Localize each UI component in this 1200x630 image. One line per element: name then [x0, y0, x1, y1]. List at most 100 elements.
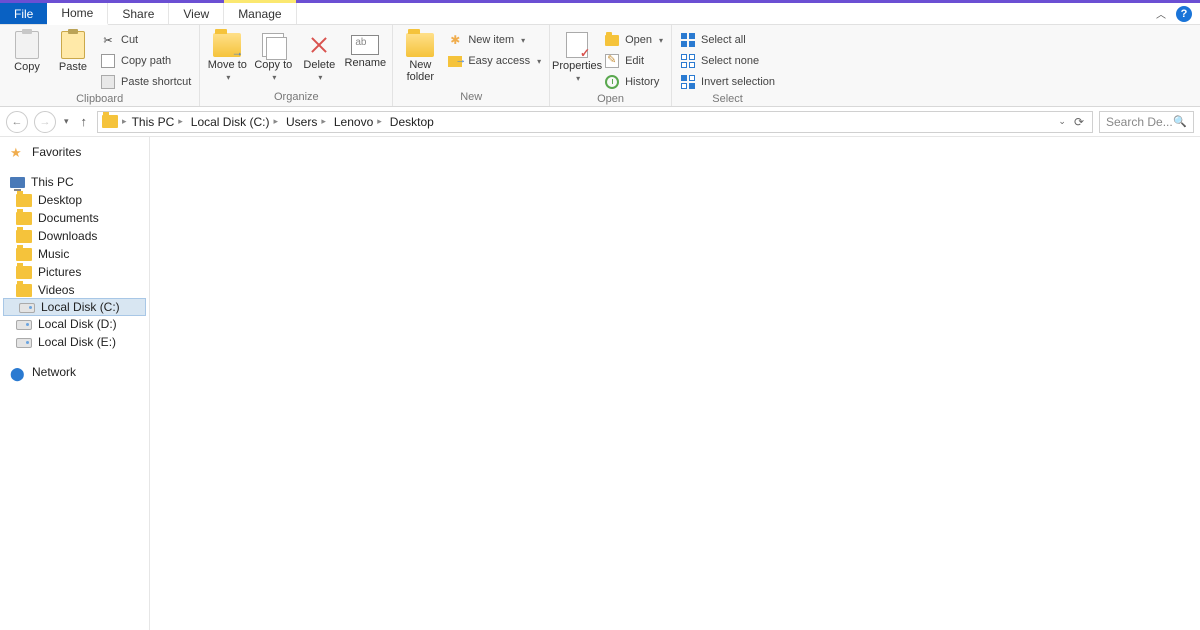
- nav-local-disk-d[interactable]: Local Disk (D:): [0, 315, 149, 333]
- select-none-icon: [680, 53, 696, 69]
- copy-path-label: Copy path: [121, 55, 171, 67]
- rename-label: Rename: [345, 57, 387, 69]
- ribbon-group-organize: Move to Copy to Delete Rename Organize: [200, 25, 393, 106]
- nav-network[interactable]: ⬤Network: [0, 363, 149, 381]
- nav-local-disk-e[interactable]: Local Disk (E:): [0, 333, 149, 351]
- nav-back-button[interactable]: ←: [6, 111, 28, 133]
- copy-to-label: Copy to: [254, 59, 292, 71]
- cut-label: Cut: [121, 34, 138, 46]
- delete-button[interactable]: Delete: [298, 29, 340, 82]
- nav-this-pc[interactable]: This PC: [0, 173, 149, 191]
- breadcrumb-seg[interactable]: Desktop: [387, 115, 437, 129]
- tab-share[interactable]: Share: [108, 3, 169, 24]
- address-bar: ← → ▾ ↑ ▸ This PC▸ Local Disk (C:)▸ User…: [0, 107, 1200, 137]
- delete-label: Delete: [303, 59, 335, 71]
- nav-item-label: Documents: [38, 211, 99, 225]
- folder-icon: [16, 212, 32, 225]
- breadcrumb-seg[interactable]: This PC▸: [129, 115, 186, 129]
- copy-path-icon: [100, 53, 116, 69]
- network-icon: ⬤: [10, 366, 26, 379]
- copy-to-button[interactable]: Copy to: [252, 29, 294, 82]
- nav-pictures[interactable]: Pictures: [0, 263, 149, 281]
- open-icon: [604, 32, 620, 48]
- open-button[interactable]: Open: [602, 31, 665, 49]
- properties-icon: [566, 32, 588, 58]
- history-icon: [604, 74, 620, 90]
- tab-file[interactable]: File: [0, 3, 47, 24]
- tab-view[interactable]: View: [169, 3, 224, 24]
- ribbon: Copy Paste ✂ Cut Copy path Paste shortcut…: [0, 25, 1200, 107]
- search-input[interactable]: Search De... 🔍: [1099, 111, 1194, 133]
- nav-item-label: Pictures: [38, 265, 81, 279]
- help-icon[interactable]: ?: [1176, 6, 1192, 22]
- breadcrumb[interactable]: ▸ This PC▸ Local Disk (C:)▸ Users▸ Lenov…: [97, 111, 1093, 133]
- easy-access-icon: [447, 53, 463, 69]
- star-icon: ★: [10, 146, 26, 159]
- copy-button[interactable]: Copy: [6, 29, 48, 73]
- nav-documents[interactable]: Documents: [0, 209, 149, 227]
- select-all-button[interactable]: Select all: [678, 31, 777, 49]
- nav-up-button[interactable]: ↑: [77, 114, 92, 129]
- history-button[interactable]: History: [602, 73, 665, 91]
- paste-shortcut-button[interactable]: Paste shortcut: [98, 73, 193, 91]
- new-item-icon: [447, 32, 463, 48]
- breadcrumb-seg[interactable]: Lenovo▸: [331, 115, 385, 129]
- drive-icon: [16, 338, 32, 348]
- chevron-right-icon[interactable]: ▸: [122, 116, 127, 127]
- properties-button[interactable]: Properties: [556, 29, 598, 83]
- move-to-icon: [213, 33, 241, 57]
- menu-tabs: File Home Share View Manage ︿ ?: [0, 3, 1200, 25]
- tab-manage[interactable]: Manage: [224, 3, 296, 24]
- open-label: Open: [625, 34, 652, 46]
- nav-videos[interactable]: Videos: [0, 281, 149, 299]
- ribbon-group-select: Select all Select none Invert selection …: [672, 25, 783, 106]
- ribbon-group-open: Properties Open Edit History Open: [550, 25, 672, 106]
- address-dropdown-icon[interactable]: ⌄: [1058, 116, 1066, 127]
- new-folder-button[interactable]: New folder: [399, 29, 441, 83]
- paste-button[interactable]: Paste: [52, 29, 94, 73]
- nav-favorites[interactable]: ★Favorites: [0, 143, 149, 161]
- nav-downloads[interactable]: Downloads: [0, 227, 149, 245]
- clipboard-group-label: Clipboard: [6, 91, 193, 108]
- breadcrumb-seg[interactable]: Local Disk (C:)▸: [188, 115, 281, 129]
- edit-button[interactable]: Edit: [602, 52, 665, 70]
- folder-icon: [16, 230, 32, 243]
- new-group-label: New: [399, 89, 543, 106]
- select-none-button[interactable]: Select none: [678, 52, 777, 70]
- refresh-icon[interactable]: ⟳: [1074, 115, 1084, 129]
- invert-selection-button[interactable]: Invert selection: [678, 73, 777, 91]
- nav-item-label: Local Disk (D:): [38, 317, 117, 331]
- invert-selection-label: Invert selection: [701, 76, 775, 88]
- ribbon-collapse-icon[interactable]: ︿: [1156, 6, 1166, 21]
- nav-this-pc-label: This PC: [31, 175, 74, 189]
- easy-access-label: Easy access: [468, 55, 530, 67]
- nav-forward-button[interactable]: →: [34, 111, 56, 133]
- tab-home[interactable]: Home: [47, 3, 108, 25]
- nav-history-dropdown[interactable]: ▾: [62, 116, 71, 127]
- easy-access-button[interactable]: Easy access: [445, 52, 543, 70]
- copy-path-button[interactable]: Copy path: [98, 52, 193, 70]
- cut-button[interactable]: ✂ Cut: [98, 31, 193, 49]
- nav-item-label: Desktop: [38, 193, 82, 207]
- nav-local-disk-c[interactable]: Local Disk (C:): [3, 298, 146, 316]
- folder-icon: [102, 115, 118, 128]
- new-item-button[interactable]: New item: [445, 31, 543, 49]
- select-none-label: Select none: [701, 55, 759, 67]
- new-item-label: New item: [468, 34, 514, 46]
- copy-label: Copy: [14, 61, 40, 73]
- cut-icon: ✂: [100, 32, 116, 48]
- new-folder-icon: [406, 33, 434, 57]
- edit-label: Edit: [625, 55, 644, 67]
- file-list-pane[interactable]: [150, 137, 1200, 630]
- paste-icon: [61, 31, 85, 59]
- open-group-label: Open: [556, 91, 665, 108]
- rename-button[interactable]: Rename: [344, 29, 386, 69]
- nav-desktop[interactable]: Desktop: [0, 191, 149, 209]
- paste-shortcut-icon: [100, 74, 116, 90]
- breadcrumb-seg[interactable]: Users▸: [283, 115, 329, 129]
- ribbon-group-clipboard: Copy Paste ✂ Cut Copy path Paste shortcut…: [0, 25, 200, 106]
- nav-music[interactable]: Music: [0, 245, 149, 263]
- navigation-pane: ★Favorites This PC Desktop Documents Dow…: [0, 137, 150, 630]
- rename-icon: [351, 35, 379, 55]
- move-to-button[interactable]: Move to: [206, 29, 248, 82]
